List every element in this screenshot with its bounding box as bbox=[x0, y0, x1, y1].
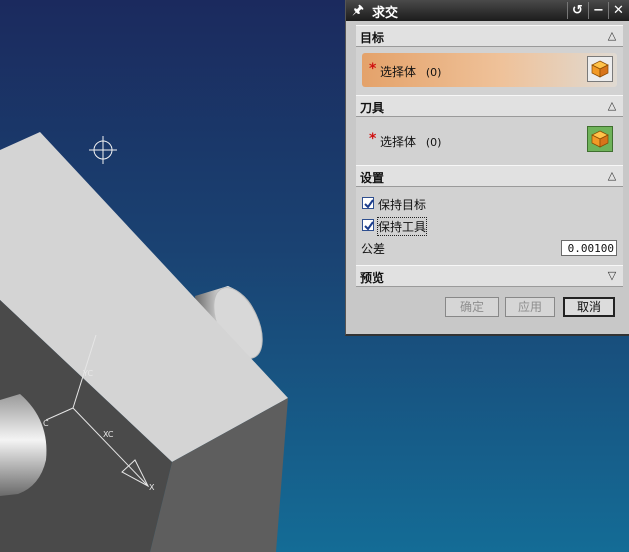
solid-body-icon bbox=[591, 60, 609, 78]
minimize-button[interactable]: − bbox=[588, 2, 608, 19]
chevron-down-icon[interactable]: ▽ bbox=[604, 268, 620, 284]
apply-button[interactable]: 应用 bbox=[505, 297, 555, 317]
reset-button[interactable]: ↺ bbox=[567, 2, 587, 19]
cancel-button[interactable]: 取消 bbox=[563, 297, 615, 317]
chevron-up-icon[interactable]: △ bbox=[604, 98, 620, 114]
axis-label-xc: XC bbox=[103, 430, 114, 439]
check-icon bbox=[364, 221, 374, 231]
target-select-count: (0) bbox=[425, 66, 442, 79]
section-tool-body: * 选择体 (0) bbox=[356, 117, 623, 165]
section-target-label: 目标 bbox=[360, 31, 385, 45]
tool-select-label: 选择体 bbox=[380, 135, 417, 149]
tolerance-input[interactable]: 0.00100 bbox=[561, 240, 617, 256]
dialog-titlebar[interactable]: 🖈 求交 ↺ − ✕ bbox=[346, 0, 629, 21]
tool-select-count: (0) bbox=[425, 136, 442, 149]
pin-icon[interactable]: 🖈 bbox=[349, 2, 367, 19]
section-tool-label: 刀具 bbox=[360, 101, 385, 115]
keep-tool-checkbox[interactable] bbox=[362, 219, 374, 231]
section-settings-header[interactable]: 设置 △ bbox=[356, 165, 623, 187]
keep-target-checkbox[interactable] bbox=[362, 197, 374, 209]
dialog-title: 求交 bbox=[372, 6, 399, 21]
tolerance-label: 公差 bbox=[361, 242, 386, 256]
close-button[interactable]: ✕ bbox=[608, 2, 628, 19]
select-body-button[interactable] bbox=[587, 126, 613, 152]
required-star: * bbox=[369, 61, 377, 77]
section-target-body: * 选择体 (0) bbox=[356, 47, 623, 95]
section-settings-label: 设置 bbox=[360, 171, 385, 185]
section-preview-label: 预览 bbox=[360, 271, 385, 285]
required-star: * bbox=[369, 131, 377, 147]
section-preview-header[interactable]: 预览 ▽ bbox=[356, 265, 623, 287]
keep-tool-label: 保持工具 bbox=[376, 217, 428, 236]
chevron-up-icon[interactable]: △ bbox=[604, 28, 620, 44]
keep-target-label: 保持目标 bbox=[378, 198, 427, 212]
section-settings-body: 保持目标 保持工具 公差 0.00100 bbox=[356, 187, 623, 265]
target-select-body[interactable]: * 选择体 (0) bbox=[362, 53, 617, 87]
axis-label-x: X bbox=[149, 483, 155, 492]
ok-button[interactable]: 确定 bbox=[445, 297, 499, 317]
section-tool-header[interactable]: 刀具 △ bbox=[356, 95, 623, 117]
intersect-dialog: 🖈 求交 ↺ − ✕ 目标 △ * 选择体 (0) 刀具 △ * 选择体 (0)… bbox=[345, 0, 629, 336]
target-select-label: 选择体 bbox=[380, 65, 417, 79]
check-icon bbox=[364, 199, 374, 209]
chevron-up-icon[interactable]: △ bbox=[604, 168, 620, 184]
section-target-header[interactable]: 目标 △ bbox=[356, 25, 623, 47]
tool-select-body[interactable]: * 选择体 (0) bbox=[362, 123, 617, 157]
solid-body-icon bbox=[591, 130, 609, 148]
select-body-button[interactable] bbox=[587, 56, 613, 82]
axis-label-yc: YC bbox=[82, 369, 93, 378]
crosshair-icon bbox=[89, 136, 117, 164]
axis-label-zc: C bbox=[43, 419, 49, 428]
